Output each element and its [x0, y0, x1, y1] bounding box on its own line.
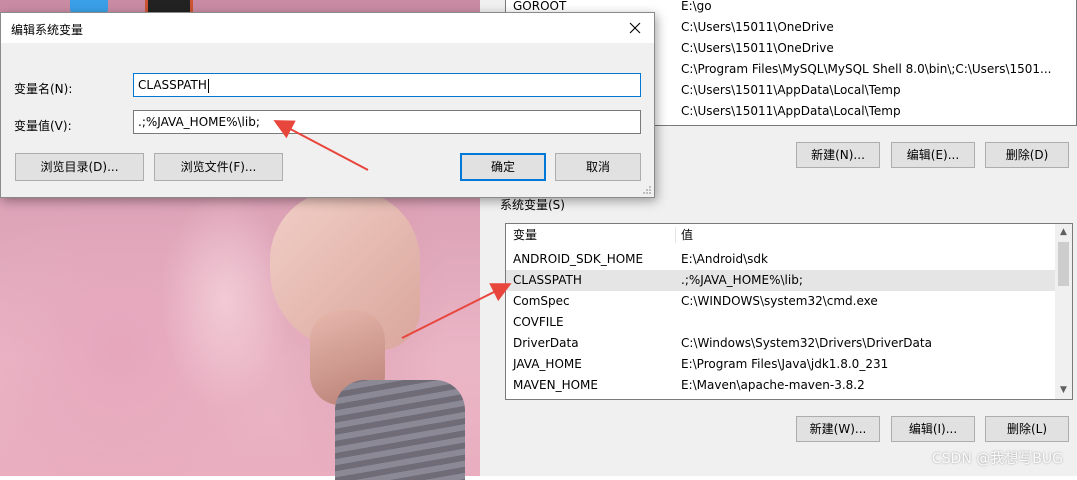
table-row[interactable]: DriverData C:\Windows\System32\Drivers\Dr…: [506, 333, 1072, 354]
variable-value-cell: E:\Program Files\Java\jdk1.8.0_231: [681, 357, 889, 371]
variable-name-cell: ComSpec: [513, 294, 570, 308]
table-row[interactable]: MAVEN_HOME E:\Maven\apache-maven-3.8.2: [506, 375, 1072, 396]
table-row[interactable]: COVFILE: [506, 312, 1072, 333]
dialog-titlebar[interactable]: 编辑系统变量: [1, 13, 654, 43]
variable-value-input[interactable]: .;%JAVA_HOME%\lib;: [133, 110, 641, 134]
close-icon[interactable]: [626, 19, 644, 37]
dialog-title: 编辑系统变量: [11, 23, 84, 37]
variable-value-cell: C:\Windows\System32\Drivers\DriverData: [681, 336, 932, 350]
variable-name-label: 变量名(N):: [14, 82, 73, 96]
browse-directory-button[interactable]: 浏览目录(D)...: [15, 153, 144, 181]
table-row[interactable]: JAVA_HOME E:\Program Files\Java\jdk1.8.0_…: [506, 354, 1072, 375]
scroll-down-icon[interactable]: ▼: [1055, 382, 1072, 399]
table-row[interactable]: ComSpec C:\WINDOWS\system32\cmd.exe: [506, 291, 1072, 312]
variable-name-cell: DriverData: [513, 336, 579, 350]
table-row[interactable]: CLASSPATH .;%JAVA_HOME%\lib;: [506, 270, 1072, 291]
system-edit-button[interactable]: 编辑(I)...: [891, 416, 975, 442]
resize-grip-icon[interactable]: [642, 185, 652, 195]
user-edit-button[interactable]: 编辑(E)...: [891, 142, 975, 168]
variable-value-cell: C:\Program Files\MySQL\MySQL Shell 8.0\b…: [681, 62, 1052, 76]
system-list-scrollbar[interactable]: ▲ ▼: [1055, 224, 1072, 399]
system-variables-list[interactable]: 变量 值 ANDROID_SDK_HOME E:\Android\sdk CLASS…: [505, 223, 1073, 400]
ok-button[interactable]: 确定: [460, 153, 546, 181]
system-delete-button[interactable]: 删除(L): [985, 416, 1069, 442]
variable-value-label: 变量值(V):: [14, 119, 72, 133]
user-delete-button[interactable]: 删除(D): [985, 142, 1069, 168]
variable-name-cell: ANDROID_SDK_HOME: [513, 252, 644, 266]
variable-name-cell: COVFILE: [513, 315, 564, 329]
variable-name-cell: CLASSPATH: [513, 273, 582, 287]
variable-value-cell: E:\Maven\apache-maven-3.8.2: [681, 378, 865, 392]
variable-value-cell: C:\Users\15011\AppData\Local\Temp: [681, 104, 901, 118]
variable-name-cell: MAVEN_HOME: [513, 378, 598, 392]
wallpaper-figure-sleeve: [335, 380, 465, 480]
column-header-value[interactable]: 值: [681, 224, 693, 246]
column-header-name[interactable]: 变量: [513, 224, 537, 246]
variable-name-value: CLASSPATH: [138, 78, 207, 92]
variable-name-input[interactable]: CLASSPATH: [133, 73, 641, 97]
csdn-watermark: CSDN @我想写BUG: [931, 451, 1063, 467]
cancel-button[interactable]: 取消: [555, 153, 641, 181]
system-new-button[interactable]: 新建(W)...: [796, 416, 880, 442]
variable-value-cell: E:\Android\sdk: [681, 252, 768, 266]
edit-system-variable-dialog: 编辑系统变量 变量名(N): CLASSPATH 变量值(V): .;%JAVA…: [0, 12, 655, 198]
variable-value-cell: E:\go: [681, 0, 712, 13]
variable-value-cell: C:\WINDOWS\system32\cmd.exe: [681, 294, 878, 308]
scroll-up-icon[interactable]: ▲: [1055, 224, 1072, 241]
browse-file-button[interactable]: 浏览文件(F)...: [154, 153, 283, 181]
variable-value-cell: C:\Users\15011\AppData\Local\Temp: [681, 83, 901, 97]
system-list-header: 变量 值: [506, 224, 1072, 246]
variable-value-cell: .;%JAVA_HOME%\lib;: [681, 273, 803, 287]
user-new-button[interactable]: 新建(N)...: [796, 142, 880, 168]
variable-name-cell: JAVA_HOME: [513, 357, 582, 371]
variable-value-cell: C:\Users\15011\OneDrive: [681, 20, 834, 34]
text-caret: [207, 78, 209, 93]
variable-value-value: .;%JAVA_HOME%\lib;: [138, 115, 260, 129]
variable-value-cell: C:\Users\15011\OneDrive: [681, 41, 834, 55]
wallpaper-cloud: [160, 190, 290, 410]
system-variables-label: 系统变量(S): [500, 198, 565, 212]
scroll-thumb[interactable]: [1058, 242, 1069, 286]
table-row[interactable]: ANDROID_SDK_HOME E:\Android\sdk: [506, 249, 1072, 270]
